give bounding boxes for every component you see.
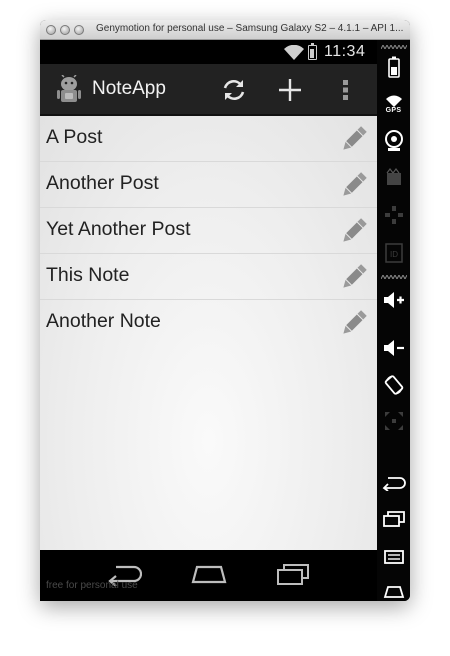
dpad-widget-icon[interactable] — [377, 200, 410, 230]
wifi-icon — [284, 44, 304, 64]
pencil-icon[interactable] — [339, 170, 369, 204]
app-title: NoteApp — [92, 78, 166, 99]
note-title: Yet Another Post — [46, 218, 191, 240]
refresh-button[interactable] — [214, 64, 254, 116]
nav-recent-apps-button[interactable] — [276, 562, 312, 590]
note-title: This Note — [46, 264, 130, 286]
emulator-sidebar: GPS ID — [377, 40, 410, 601]
scale-icon[interactable] — [377, 406, 410, 436]
sidebar-divider — [377, 274, 410, 280]
gps-widget-icon[interactable]: GPS — [377, 88, 410, 120]
pencil-icon[interactable] — [339, 308, 369, 342]
note-list-item[interactable]: This Note — [40, 254, 377, 300]
sidebar-grip — [377, 44, 410, 50]
note-list-item[interactable]: Yet Another Post — [40, 208, 377, 254]
id-label: ID — [390, 250, 398, 259]
video-widget-icon[interactable] — [377, 162, 410, 192]
note-title: A Post — [46, 126, 103, 148]
volume-down-icon[interactable] — [377, 334, 410, 362]
camera-widget-icon[interactable] — [377, 126, 410, 156]
pencil-icon[interactable] — [339, 124, 369, 158]
status-bar: 11:34 — [40, 40, 377, 64]
emulator-window: Genymotion for personal use – Samsung Ga… — [40, 20, 410, 601]
zoom-window-button[interactable] — [74, 25, 84, 35]
pencil-icon[interactable] — [339, 262, 369, 296]
battery-icon — [308, 43, 317, 60]
battery-widget-icon[interactable] — [377, 52, 410, 82]
sidebar-recent-apps-icon[interactable] — [377, 506, 410, 532]
sidebar-home-icon[interactable] — [377, 580, 410, 604]
note-list-item[interactable]: A Post — [40, 116, 377, 162]
sidebar-back-icon[interactable] — [377, 470, 410, 496]
note-title: Another Post — [46, 172, 159, 194]
window-title: Genymotion for personal use – Samsung Ga… — [96, 23, 404, 34]
note-list-item[interactable]: Another Note — [40, 300, 377, 346]
action-bar: NoteApp — [40, 64, 377, 116]
overflow-menu-button[interactable] — [336, 64, 356, 116]
pencil-icon[interactable] — [339, 216, 369, 250]
overflow-menu-icon — [343, 80, 348, 100]
add-note-button[interactable] — [270, 64, 310, 116]
volume-up-icon[interactable] — [377, 286, 410, 314]
device-screen: 11:34 NoteApp A Post Another Post Yet An… — [40, 40, 377, 550]
rotate-icon[interactable] — [377, 370, 410, 400]
status-clock: 11:34 — [324, 43, 366, 60]
add-icon — [279, 79, 301, 101]
gps-label: GPS — [385, 106, 402, 114]
menu-icon[interactable] — [377, 544, 410, 570]
watermark-text: free for personal use — [46, 580, 138, 591]
refresh-icon — [223, 79, 245, 101]
android-robot-icon[interactable] — [56, 74, 82, 109]
window-titlebar: Genymotion for personal use – Samsung Ga… — [40, 20, 410, 40]
minimize-window-button[interactable] — [60, 25, 70, 35]
close-window-button[interactable] — [46, 25, 56, 35]
note-title: Another Note — [46, 310, 161, 332]
home-icon — [191, 565, 227, 584]
note-list-item[interactable]: Another Post — [40, 162, 377, 208]
nav-home-button[interactable] — [190, 562, 228, 588]
recent-apps-icon — [277, 564, 309, 585]
notes-list: A Post Another Post Yet Another Post Thi… — [40, 116, 377, 550]
navigation-bar: free for personal use — [40, 550, 377, 601]
id-widget-icon[interactable]: ID — [377, 238, 410, 268]
